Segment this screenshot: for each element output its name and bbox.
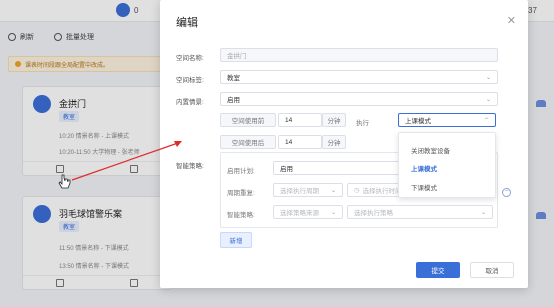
space-tag-label: 空间标签: [176,77,204,84]
chevron-up-icon: ⌃ [483,118,489,124]
cancel-button[interactable]: 取消 [470,262,514,278]
minute-unit: 分钟 [322,113,346,127]
chevron-down-icon: ⌄ [485,97,491,103]
enable-plan-value: 启用 [280,166,293,173]
smart-source-select[interactable]: 选择策略来源 ⌄ [273,205,343,219]
builtin-scene-select[interactable]: 启用 ⌄ [220,92,498,106]
space-name-label: 空间名称: [176,55,204,62]
chevron-down-icon: ⌄ [480,210,486,216]
space-tag-select[interactable]: 教室 ⌄ [220,70,498,84]
execute-dropdown: 关闭教室设备 上课模式 下课模式 [398,132,496,198]
smart-placeholder: 选择策略来源 [280,210,319,217]
smart-strategy-select[interactable]: 选择执行策略 ⌄ [347,205,493,219]
clock-icon: ◷ [354,187,360,194]
before-use-minutes-input[interactable]: 14 [278,113,322,127]
chevron-down-icon: ⌄ [330,188,336,194]
time-placeholder: 选择执行时间 [362,188,402,195]
minute-unit: 分钟 [322,135,346,149]
space-name-input: 金拱门 [220,48,498,62]
add-button[interactable]: 新增 [220,232,252,248]
dialog-title: 编辑 [176,17,198,29]
smart-label: 智能策略: [227,212,255,219]
repeat-label: 周期重复: [227,190,255,197]
after-use-label: 空间使用后 [220,135,276,149]
submit-button[interactable]: 提交 [416,262,460,278]
smart-placeholder2: 选择执行策略 [354,210,393,217]
execute-label: 执行 [356,120,369,127]
space-tag-value: 教室 [227,75,240,82]
dropdown-option[interactable]: 关闭教室设备 [411,145,450,155]
chevron-down-icon: ⌄ [330,210,336,216]
builtin-scene-label: 内置情景: [176,99,204,106]
after-use-minutes-input[interactable]: 14 [278,135,322,149]
repeat-placeholder: 选择执行周期 [280,188,319,195]
close-icon[interactable]: ✕ [507,14,516,27]
repeat-select[interactable]: 选择执行周期 ⌄ [273,183,343,197]
strategy-label: 智能策略: [176,163,204,170]
pointer-cursor-icon [58,174,71,189]
before-use-label: 空间使用前 [220,113,276,127]
execute-select[interactable]: 上课模式 ⌃ [398,113,496,127]
execute-value: 上课模式 [405,118,431,125]
chevron-down-icon: ⌄ [485,75,491,81]
builtin-scene-value: 启用 [227,97,240,104]
dropdown-option-selected[interactable]: 上课模式 [411,163,437,173]
remove-icon[interactable]: − [502,188,511,197]
dropdown-option[interactable]: 下课模式 [411,182,437,192]
enable-plan-label: 启用计划: [227,168,255,175]
